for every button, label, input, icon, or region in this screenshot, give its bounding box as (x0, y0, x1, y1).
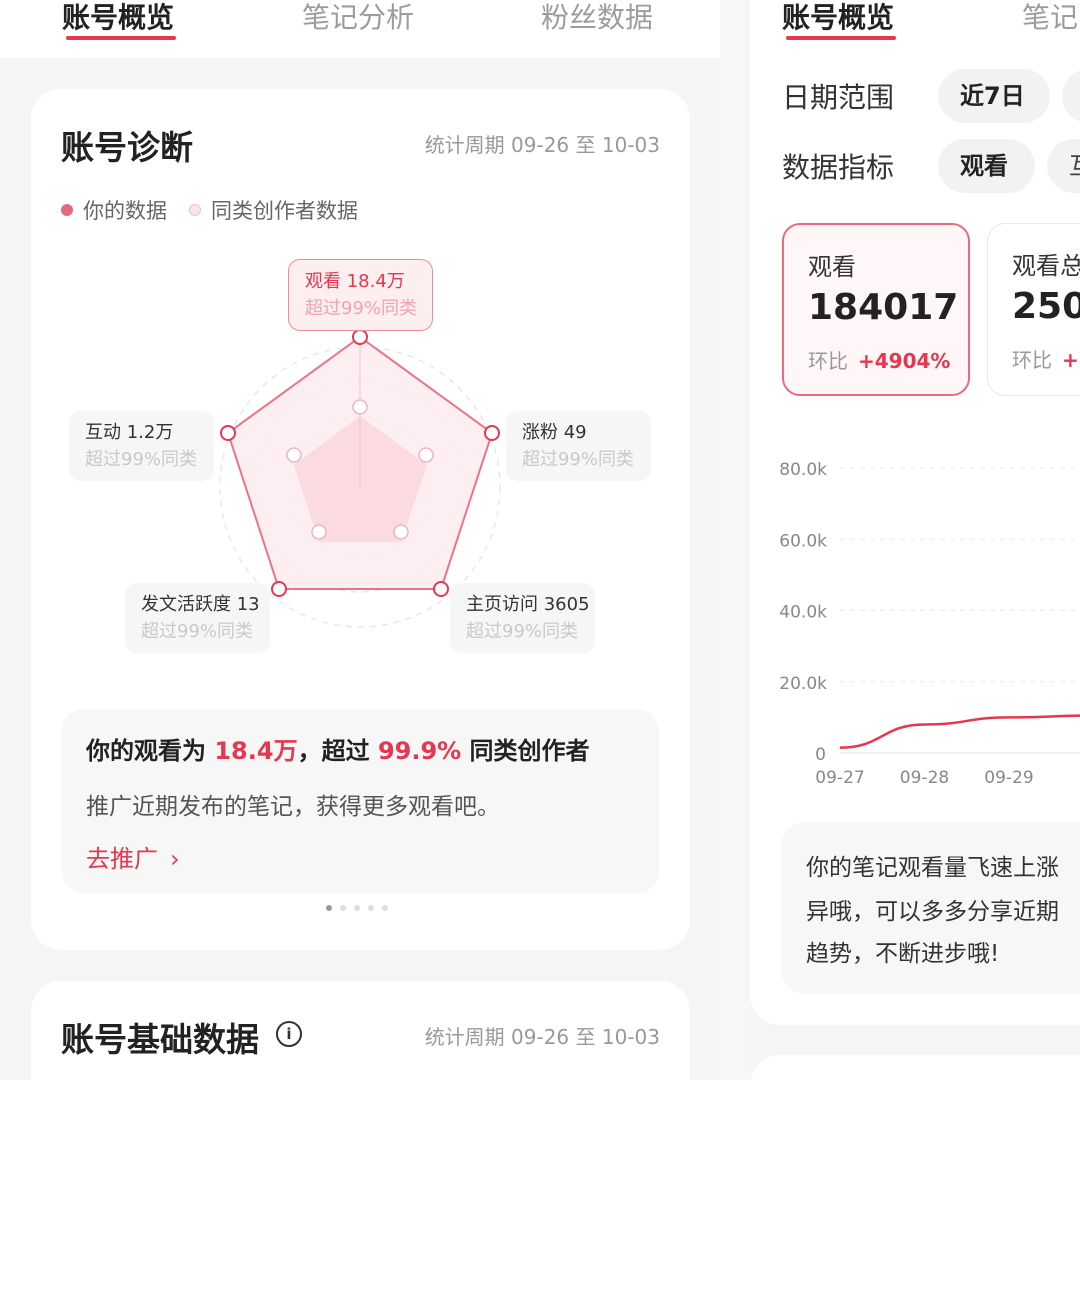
radar-point-fans (484, 425, 500, 441)
info-icon[interactable]: i (276, 1021, 302, 1047)
radar-label-activity[interactable]: 发文活跃度 13 超过99%同类 (125, 583, 270, 653)
summary-prefix: 你的观看为 (86, 737, 215, 765)
radar-label-interaction-sub: 超过99%同类 (85, 449, 198, 470)
left-pane: 账号概览 笔记分析 粉丝数据 账号诊断 统计周期 09-26 至 10-03 你… (0, 0, 720, 1080)
radar-label-activity-value: 发文活跃度 13 (141, 594, 260, 615)
summary-tip: 推广近期发布的笔记，获得更多观看吧。 (86, 794, 500, 820)
account-basic-data-card: 账号基础数据 i 统计周期 09-26 至 10-03 (31, 981, 690, 1080)
metric-card-total-comp-value: +2 (1062, 348, 1080, 372)
radar-point-interaction (220, 425, 236, 441)
radar-peer-point-interaction (286, 447, 302, 463)
carousel-dot-2[interactable] (340, 905, 346, 911)
insight-line-2: 异哦，可以多多分享近期 (806, 899, 1059, 925)
summary-percent: 99.9% (377, 737, 462, 765)
views-trend-chart: 80.0k60.0k40.0k20.0k009-2709-2809-290 (779, 460, 1080, 788)
tab-active-underline (66, 36, 176, 40)
date-range-label: 日期范围 (782, 81, 895, 114)
metric-card-total-title: 观看总 (1012, 252, 1080, 280)
radar-label-activity-sub: 超过99%同类 (141, 621, 254, 642)
insight-line-1: 你的笔记观看量飞速上涨 (806, 855, 1059, 881)
left-tab-bar: 账号概览 笔记分析 粉丝数据 (0, 0, 720, 58)
date-range-next[interactable]: 近 (1062, 69, 1080, 123)
metric-card-views-value: 184017 (808, 287, 959, 328)
radar-point-views (352, 329, 368, 345)
trend-insight: 你的笔记观看量飞速上涨 异哦，可以多多分享近期 趋势，不断进步哦! (782, 822, 1080, 994)
metric-card-total-views[interactable]: 观看总 2509 环比 +2 (987, 223, 1080, 396)
radar-label-homepage-visits[interactable]: 主页访问 3605 超过99%同类 (450, 583, 595, 653)
metric-card-views-comp-label: 环比 (808, 349, 848, 373)
promote-link-label: 去推广 (86, 845, 158, 873)
x-tick-label: 09-29 (984, 768, 1033, 788)
pane-divider (720, 0, 750, 1080)
radar-peer-point-visits (393, 524, 409, 540)
tab-account-overview[interactable]: 账号概览 (62, 0, 174, 40)
date-range-7d[interactable]: 近7日 (938, 69, 1050, 123)
carousel-dot-1[interactable] (326, 905, 332, 911)
metric-interaction-pill[interactable]: 互 (1047, 139, 1080, 193)
radar-label-fans-value: 涨粉 49 (522, 422, 587, 443)
radar-point-visits (433, 581, 449, 597)
metric-card-total-comparison: 环比 +2 (1012, 344, 1080, 373)
radar-label-views-sub: 超过99%同类 (305, 298, 418, 319)
x-tick-label: 09-27 (815, 768, 864, 788)
radar-label-interaction[interactable]: 互动 1.2万 超过99%同类 (69, 411, 214, 481)
metric-card-views[interactable]: 观看 184017 环比 +4904% (782, 223, 970, 396)
summary-middle: ，超过 (297, 737, 378, 765)
chevron-right-icon: › (170, 845, 180, 873)
right-tab-account-overview[interactable]: 账号概览 (782, 0, 894, 40)
right-pane: 账号概览 笔记 日期范围 近7日 近 数据指标 观看 互 观看 184017 环… (750, 0, 1080, 1080)
promote-link[interactable]: 去推广 › (86, 839, 180, 874)
summary-headline: 你的观看为 18.4万，超过 99.9% 同类创作者 (86, 731, 590, 766)
radar-label-visits-value: 主页访问 3605 (466, 594, 590, 615)
y-tick-label: 0 (815, 745, 826, 765)
carousel-dot-5[interactable] (382, 905, 388, 911)
radar-peer-point-views (352, 399, 368, 415)
tab-note-analysis[interactable]: 笔记分析 (302, 0, 414, 40)
metric-label: 数据指标 (782, 151, 895, 184)
tab-fans-data[interactable]: 粉丝数据 (541, 0, 653, 40)
radar-peer-point-fans (418, 447, 434, 463)
radar-label-views-value: 观看 18.4万 (305, 271, 405, 292)
metric-card-views-title: 观看 (808, 253, 856, 281)
radar-label-visits-sub: 超过99%同类 (466, 621, 579, 642)
summary-suffix: 同类创作者 (461, 737, 590, 765)
series-line (839, 714, 1080, 749)
x-tick-label: 09-28 (900, 768, 949, 788)
radar-label-interaction-value: 互动 1.2万 (85, 422, 174, 443)
y-tick-label: 60.0k (779, 531, 827, 551)
y-tick-label: 40.0k (779, 603, 827, 623)
metric-card-views-comparison: 环比 +4904% (808, 345, 950, 374)
metric-card-views-comp-value: +4904% (858, 349, 951, 373)
metric-card-total-comp-label: 环比 (1012, 348, 1052, 372)
y-tick-label: 80.0k (779, 460, 827, 480)
y-tick-label: 20.0k (779, 674, 827, 694)
metric-views-pill[interactable]: 观看 (938, 139, 1035, 193)
radar-point-activity (271, 581, 287, 597)
right-tab-active-underline (786, 36, 896, 40)
data-trend-card: 日期范围 近7日 近 数据指标 观看 互 观看 184017 环比+4904% … (750, 58, 1080, 1025)
metric-card-total-value: 2509 (1012, 286, 1080, 327)
right-tab-bar: 账号概览 笔记 (750, 0, 1080, 58)
next-card (750, 1055, 1080, 1080)
carousel-dot-3[interactable] (354, 905, 360, 911)
summary-views-value: 18.4万 (214, 737, 298, 765)
right-tab-notes[interactable]: 笔记 (1022, 0, 1078, 40)
radar-label-views[interactable]: 观看 18.4万 超过99%同类 (288, 259, 433, 331)
carousel-dots (326, 905, 388, 911)
insight-line-3: 趋势，不断进步哦! (806, 941, 1000, 967)
radar-peer-point-activity (311, 524, 327, 540)
basic-data-period: 统计周期 09-26 至 10-03 (424, 1025, 660, 1049)
radar-label-fans[interactable]: 涨粉 49 超过99%同类 (506, 411, 651, 481)
account-diagnosis-card: 账号诊断 统计周期 09-26 至 10-03 你的数据 同类创作者数据 观看 … (31, 89, 690, 950)
carousel-dot-4[interactable] (368, 905, 374, 911)
radar-label-fans-sub: 超过99%同类 (522, 449, 635, 470)
basic-data-title: 账号基础数据 (61, 1020, 259, 1059)
diagnosis-summary: 你的观看为 18.4万，超过 99.9% 同类创作者 推广近期发布的笔记，获得更… (62, 709, 659, 893)
